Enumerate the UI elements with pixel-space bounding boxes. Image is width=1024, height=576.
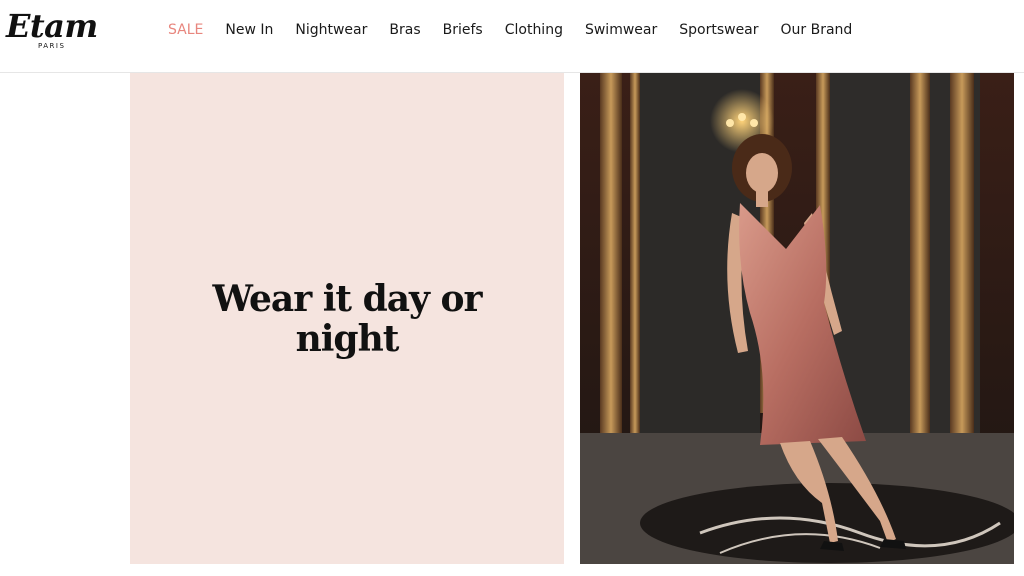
nav-item-bras[interactable]: Bras <box>389 20 420 40</box>
nav-item-briefs[interactable]: Briefs <box>443 20 483 40</box>
etam-logo[interactable]: Etam PARIS <box>6 8 106 56</box>
nav-item-our-brand[interactable]: Our Brand <box>781 20 853 40</box>
hero-photo-illustration <box>580 73 1014 564</box>
nav-item-sale[interactable]: SALE <box>168 20 203 40</box>
nav-item-nightwear[interactable]: Nightwear <box>295 20 367 40</box>
nav-item-new-in[interactable]: New In <box>225 20 273 40</box>
site-header: Etam PARIS SALE New In Nightwear Bras Br… <box>0 0 1024 73</box>
nav-item-clothing[interactable]: Clothing <box>505 20 563 40</box>
logo-subtitle: PARIS <box>38 42 66 50</box>
main-nav: SALE New In Nightwear Bras Briefs Clothi… <box>168 19 874 41</box>
promo-panel[interactable]: Wear it day or night <box>130 73 564 564</box>
logo-wordmark: Etam <box>6 7 98 45</box>
promo-heading: Wear it day or night <box>212 277 483 360</box>
nav-item-swimwear[interactable]: Swimwear <box>585 20 657 40</box>
nav-item-sportswear[interactable]: Sportswear <box>679 20 758 40</box>
hero-image[interactable] <box>580 73 1014 564</box>
